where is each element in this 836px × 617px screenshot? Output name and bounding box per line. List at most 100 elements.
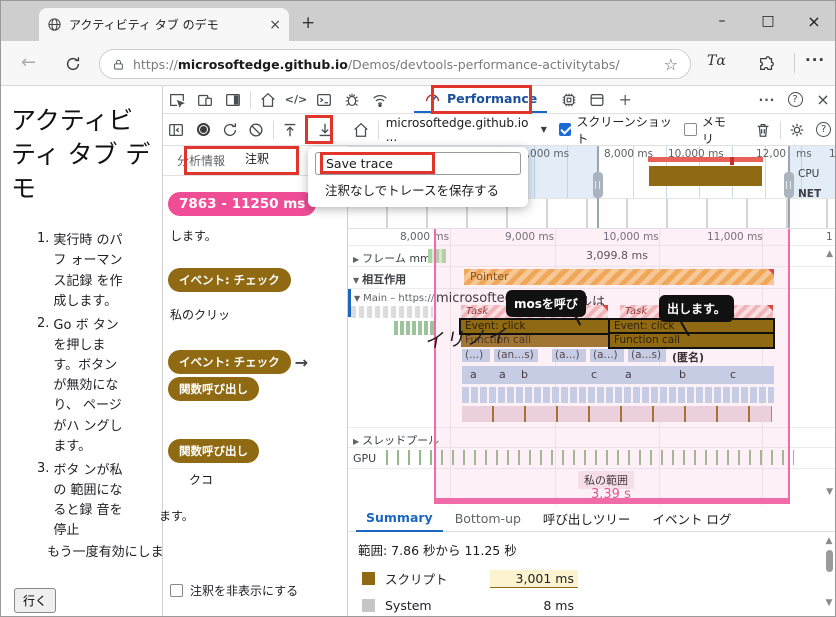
extensions-icon[interactable] (753, 51, 781, 77)
script-color-swatch (362, 572, 375, 585)
browser-menu-icon[interactable]: ··· (805, 51, 825, 69)
annotation-function-badge[interactable]: 関数呼び出し (168, 439, 259, 463)
favorite-star-icon[interactable]: ☆ (664, 55, 678, 74)
device-emulation-icon[interactable] (191, 87, 219, 113)
new-tab-button[interactable]: + (301, 13, 315, 33)
origin-selector[interactable]: microsoftedge.github.io ... ▼ (386, 116, 547, 144)
browser-tab[interactable]: アクティビティ タブ のデモ × (39, 8, 289, 41)
maximize-button[interactable]: □ (745, 1, 791, 41)
range-line-right (788, 229, 790, 498)
annotation-link-entry[interactable]: イベント: チェック → (168, 350, 308, 374)
record-button[interactable] (190, 117, 217, 143)
go-button[interactable]: 行く (14, 588, 57, 614)
perf-help-icon[interactable]: ? (810, 117, 835, 143)
browser-window: アクティビティ タブ のデモ × + – □ × ← https://micro… (0, 0, 836, 617)
webpage-content: アクティビティ タブ デモ 1. 実行時 のパフ ォーマンス記録 を作成します。… (1, 86, 188, 616)
annotations-sidebar: 7863 - 11250 ms します。 イベント: チェック 私のクリッ イベ… (159, 177, 348, 616)
annotation-entry-text[interactable]: します。 (170, 227, 217, 244)
gpu-track-header[interactable]: GPU (353, 452, 376, 465)
overview-tick: 1 (829, 148, 836, 160)
tab-event-log[interactable]: イベント ログ (642, 504, 741, 533)
memory-label: メモリ (701, 114, 726, 146)
devtools-close-icon[interactable]: × (809, 87, 835, 113)
list-item: 実行時 のパフ ォーマンス記録 を作成します。 (53, 233, 123, 309)
menu-item-save-without-annotations[interactable]: 注釈なしでトレースを保存する (325, 180, 499, 199)
toggle-sidebar-icon[interactable] (163, 117, 190, 143)
annotation-entry-text[interactable]: クコ (189, 471, 213, 488)
range-handle-left[interactable]: || (593, 146, 603, 228)
trash-icon[interactable] (750, 117, 777, 143)
annotation-range-fill (434, 229, 788, 498)
function-call-bar[interactable]: Function call (608, 332, 775, 349)
back-button[interactable]: ← (21, 52, 36, 73)
menu-item-save-trace[interactable]: Save trace (315, 152, 521, 175)
application-tab-icon[interactable] (583, 87, 611, 113)
tab-call-tree[interactable]: 呼び出しツリー (533, 504, 641, 533)
annotation-event-badge[interactable]: イベント: チェック (168, 268, 291, 292)
refresh-icon (66, 57, 80, 71)
list-item: ボタ ンが私の 範囲にな ると録 音を停止 (53, 462, 123, 539)
globe-icon (48, 18, 61, 31)
debugger-bug-icon[interactable] (338, 87, 366, 113)
legend-row: スクリプト 3,001 ms (348, 559, 835, 588)
scroll-down-icon[interactable]: ▼ (826, 487, 833, 497)
annotation-function-badge[interactable]: 関数呼び出し (168, 377, 259, 401)
devtools-menu-icon[interactable]: ··· (753, 87, 781, 113)
network-wifi-icon[interactable] (366, 87, 394, 113)
tab-bottom-up[interactable]: Bottom-up (445, 506, 531, 531)
url-text: https://microsoftedge.github.io/Demos/de… (133, 56, 620, 72)
page-heading: アクティビティ タブ デモ (11, 106, 151, 203)
close-tab-icon[interactable]: × (269, 17, 281, 33)
tab-performance[interactable]: Performance (414, 86, 548, 113)
dock-side-icon[interactable] (219, 87, 247, 113)
settings-gear-icon[interactable] (784, 117, 811, 143)
annotation-range-badge[interactable]: 7863 - 11250 ms (168, 192, 317, 216)
tab-annotations[interactable]: 注釈 (237, 144, 278, 175)
checkbox-checked-icon (558, 123, 572, 136)
tab-title: アクティビティ タブ のデモ (69, 18, 219, 32)
list-number: 1. (37, 231, 50, 247)
scroll-up-icon[interactable]: ▲ (826, 249, 833, 259)
console-tab-icon[interactable] (310, 87, 338, 113)
welcome-home-icon[interactable] (254, 87, 282, 113)
close-window-button[interactable]: × (791, 1, 835, 41)
elements-tab-icon[interactable]: </> (282, 87, 310, 113)
memory-checkbox[interactable]: メモリ (684, 113, 735, 147)
summary-scrollbar[interactable]: ▲ ▼ (823, 536, 835, 614)
chevron-down-icon: ▼ (540, 125, 547, 134)
flame-chart[interactable]: 8,000 ms 9,000 ms 10,000 ms 11,000 ms 1 … (348, 229, 835, 506)
record-reload-icon[interactable] (216, 117, 243, 143)
more-tabs-button[interactable]: + (611, 87, 639, 113)
divider (779, 120, 781, 139)
details-tab-bar: Summary Bottom-up 呼び出しツリー イベント ログ (348, 504, 835, 533)
threadpool-track-header[interactable]: ▶ スレッドプール (353, 432, 439, 448)
minimize-button[interactable]: – (699, 1, 745, 41)
annotation-callout-2[interactable]: 出します。 (659, 295, 734, 322)
main-track-header[interactable]: ▼ Main – https:// (354, 293, 434, 304)
refresh-button[interactable] (59, 51, 87, 77)
hide-annotations-label: 注釈を非表示にする (190, 584, 299, 598)
upload-trace-icon[interactable] (277, 117, 304, 143)
clear-icon[interactable] (243, 117, 270, 143)
memory-tab-icon[interactable] (555, 87, 583, 113)
read-aloud-icon[interactable]: Tα (707, 53, 726, 69)
interactions-track-header[interactable]: ▼ 相互作用 (353, 271, 406, 287)
screenshots-checkbox[interactable]: スクリーンショット (558, 113, 679, 147)
frames-track-header[interactable]: ▶ フレーム mms (353, 250, 436, 266)
overview-cpu-marker (730, 157, 734, 165)
address-bar[interactable]: https://microsoftedge.github.io/Demos/de… (99, 49, 691, 79)
performance-tab-label: Performance (447, 91, 538, 106)
download-trace-icon[interactable] (311, 117, 338, 143)
tab-summary[interactable]: Summary (356, 505, 443, 532)
tab-insights[interactable]: 分析情報 (169, 146, 233, 175)
legend-row: System 8 ms (348, 588, 835, 614)
list-item: Go ボ タンを押しま す。ボタン が無効になり、 ページがハ ングします。 (53, 317, 123, 454)
annotation-entry-text[interactable]: 私のクリッ (170, 306, 230, 323)
inspect-element-icon[interactable] (163, 87, 191, 113)
hide-annotations-checkbox[interactable]: 注釈を非表示にする (170, 582, 298, 599)
range-handle-right[interactable]: || (784, 146, 794, 228)
legend-value-highlighted[interactable]: 3,001 ms (490, 569, 578, 588)
home-icon[interactable] (348, 117, 375, 143)
devtools-help-icon[interactable]: ? (781, 87, 809, 113)
annotation-callout-1[interactable]: mosを呼び (506, 290, 586, 317)
